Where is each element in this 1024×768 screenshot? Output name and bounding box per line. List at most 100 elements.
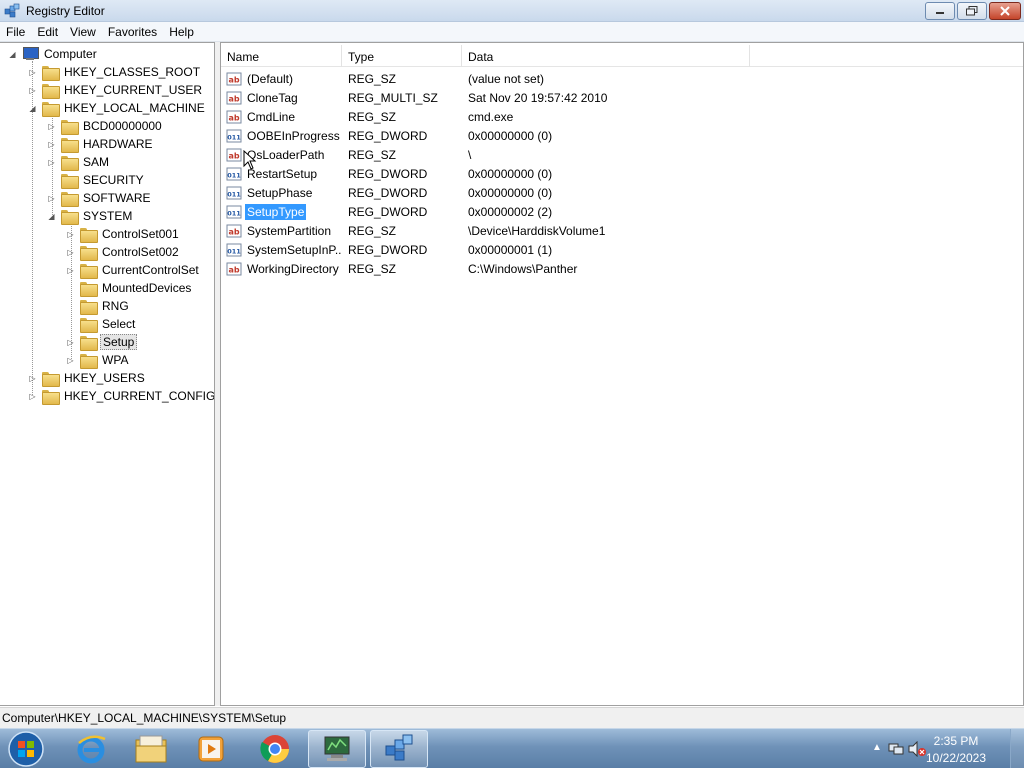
string-value-icon: ab <box>226 224 242 237</box>
tree-item-computer[interactable]: ◢ Computer <box>8 45 99 63</box>
clock-date[interactable]: 10/22/2023 <box>916 751 996 765</box>
expand-arrow-icon[interactable]: ▷ <box>28 374 37 383</box>
show-desktop-button[interactable] <box>1010 729 1024 768</box>
value-name: (Default) <box>247 71 294 86</box>
tree-item-hardware[interactable]: ▷ HARDWARE <box>47 135 155 153</box>
expand-arrow-icon[interactable]: ▷ <box>47 158 56 167</box>
expand-arrow-icon[interactable]: ▷ <box>47 140 56 149</box>
expand-arrow-icon[interactable]: ▷ <box>66 230 75 239</box>
network-tool-icon <box>324 736 350 761</box>
tree-item-setup[interactable]: ▷ Setup <box>66 333 138 351</box>
column-header-name[interactable]: Name <box>221 45 342 67</box>
value-row[interactable]: 011 SystemSetupInP... REG_DWORD 0x00000001 … <box>221 240 1023 259</box>
tree-item-label: SECURITY <box>83 173 144 187</box>
tree-item-wpa[interactable]: ▷ WPA <box>66 351 130 369</box>
tree-item-label: BCD00000000 <box>83 119 162 133</box>
menu-file[interactable]: File <box>0 22 31 42</box>
tree-item-hkey-current-user[interactable]: ▷ HKEY_CURRENT_USER <box>28 81 204 99</box>
show-hidden-icons-arrow-icon[interactable]: ▲ <box>872 742 882 753</box>
tree-item-hkey-users[interactable]: ▷ HKEY_USERS <box>28 369 147 387</box>
string-value-icon: ab <box>226 148 242 161</box>
network-icon[interactable] <box>888 741 904 757</box>
list-header: Name Type Data <box>221 45 1023 67</box>
expand-arrow-icon[interactable]: ▷ <box>66 266 75 275</box>
expand-arrow-icon[interactable]: ▷ <box>47 194 56 203</box>
value-data: 0x00000001 (1) <box>468 242 553 257</box>
value-type: REG_DWORD <box>348 128 428 143</box>
start-orb-icon <box>8 731 44 767</box>
expand-arrow-icon[interactable]: ▷ <box>66 338 75 347</box>
taskbar-media-player[interactable] <box>182 730 240 768</box>
collapse-arrow-icon[interactable]: ◢ <box>8 50 17 59</box>
value-type: REG_SZ <box>348 261 397 276</box>
menu-view[interactable]: View <box>64 22 102 42</box>
values-list[interactable]: Name Type Data ab (Default) REG_SZ (value n… <box>220 42 1024 706</box>
column-header-type[interactable]: Type <box>342 45 462 67</box>
value-row[interactable]: ab CloneTag REG_MULTI_SZ Sat Nov 20 19:57:4… <box>221 88 1023 107</box>
tree-item-bcd00000000[interactable]: ▷ BCD00000000 <box>47 117 164 135</box>
tree-item-software[interactable]: ▷ SOFTWARE <box>47 189 153 207</box>
folder-icon <box>80 353 98 369</box>
minimize-button[interactable] <box>925 2 955 20</box>
expand-arrow-icon[interactable]: ▷ <box>66 356 75 365</box>
value-row[interactable]: 011 RestartSetup REG_DWORD 0x00000000 (0) <box>221 164 1023 183</box>
taskbar-internet-explorer[interactable] <box>62 730 120 768</box>
value-row[interactable]: 011 SetupPhase REG_DWORD 0x00000000 (0) <box>221 183 1023 202</box>
value-row[interactable]: ab CmdLine REG_SZ cmd.exe <box>221 107 1023 126</box>
value-name: CloneTag <box>247 90 298 105</box>
registry-tree[interactable]: ◢ Computer ▷ HKEY_CLASSES_ROOT ▷ HKEY_CU… <box>0 42 215 706</box>
start-button[interactable] <box>4 730 48 768</box>
column-header-data[interactable]: Data <box>462 45 750 67</box>
tree-item-label: SOFTWARE <box>83 191 151 205</box>
svg-text:011: 011 <box>227 247 241 255</box>
folder-icon <box>80 335 98 351</box>
tree-item-rng[interactable]: RNG <box>66 297 131 315</box>
clock-time[interactable]: 2:35 PM <box>916 734 996 748</box>
tree-item-controlset001[interactable]: ▷ ControlSet001 <box>66 225 181 243</box>
tree-item-hkey-local-machine[interactable]: ◢ HKEY_LOCAL_MACHINE <box>28 99 207 117</box>
menu-favorites[interactable]: Favorites <box>102 22 163 42</box>
taskbar-registry-editor[interactable] <box>370 730 428 768</box>
expand-arrow-icon[interactable]: ▷ <box>28 68 37 77</box>
menu-edit[interactable]: Edit <box>31 22 64 42</box>
value-row[interactable]: 011 OOBEInProgress REG_DWORD 0x00000000 (0) <box>221 126 1023 145</box>
value-data: (value not set) <box>468 71 545 86</box>
expand-arrow-icon[interactable]: ▷ <box>28 392 37 401</box>
tree-item-mounteddevices[interactable]: MountedDevices <box>66 279 193 297</box>
taskbar-chrome[interactable] <box>246 730 304 768</box>
tree-item-sam[interactable]: ▷ SAM <box>47 153 111 171</box>
close-button[interactable] <box>989 2 1021 20</box>
value-name: SystemSetupInP... <box>247 242 341 257</box>
value-row[interactable]: 011 SetupType REG_DWORD 0x00000002 (2) <box>221 202 1023 221</box>
expand-arrow-icon[interactable]: ▷ <box>28 86 37 95</box>
value-row[interactable]: ab SystemPartition REG_SZ \Device\HarddiskV… <box>221 221 1023 240</box>
value-type: REG_SZ <box>348 223 397 238</box>
value-row[interactable]: ab (Default) REG_SZ (value not set) <box>221 69 1023 88</box>
expand-arrow-icon[interactable]: ▷ <box>66 248 75 257</box>
tree-item-security[interactable]: SECURITY <box>47 171 146 189</box>
folder-icon <box>42 65 60 81</box>
tree-item-select[interactable]: Select <box>66 315 137 333</box>
folder-icon <box>80 299 98 315</box>
collapse-arrow-icon[interactable]: ◢ <box>47 212 56 221</box>
menu-help[interactable]: Help <box>163 22 200 42</box>
tree-item-hkey-classes-root[interactable]: ▷ HKEY_CLASSES_ROOT <box>28 63 202 81</box>
maximize-button[interactable] <box>957 2 987 20</box>
tree-item-label: HKEY_USERS <box>64 371 145 385</box>
tree-item-hkey-current-config[interactable]: ▷ HKEY_CURRENT_CONFIG <box>28 387 214 405</box>
tree-item-controlset002[interactable]: ▷ ControlSet002 <box>66 243 181 261</box>
status-path: Computer\HKEY_LOCAL_MACHINE\SYSTEM\Setup <box>2 711 287 725</box>
taskbar-network-tool[interactable] <box>308 730 366 768</box>
tree-item-currentcontrolset[interactable]: ▷ CurrentControlSet <box>66 261 201 279</box>
collapse-arrow-icon[interactable]: ◢ <box>28 104 37 113</box>
taskbar: ▲ 2:35 PM 10/22/2023 <box>0 728 1024 768</box>
value-type: REG_DWORD <box>348 166 428 181</box>
svg-text:011: 011 <box>227 171 241 179</box>
value-name-cell: 011 SetupPhase <box>221 185 341 201</box>
expand-arrow-icon[interactable]: ▷ <box>47 122 56 131</box>
tree-item-label: WPA <box>102 353 129 367</box>
tree-item-system[interactable]: ◢ SYSTEM <box>47 207 134 225</box>
value-row[interactable]: ab WorkingDirectory REG_SZ C:\Windows\Panth… <box>221 259 1023 278</box>
taskbar-file-explorer[interactable] <box>122 730 180 768</box>
value-row[interactable]: ab OsLoaderPath REG_SZ \ <box>221 145 1023 164</box>
